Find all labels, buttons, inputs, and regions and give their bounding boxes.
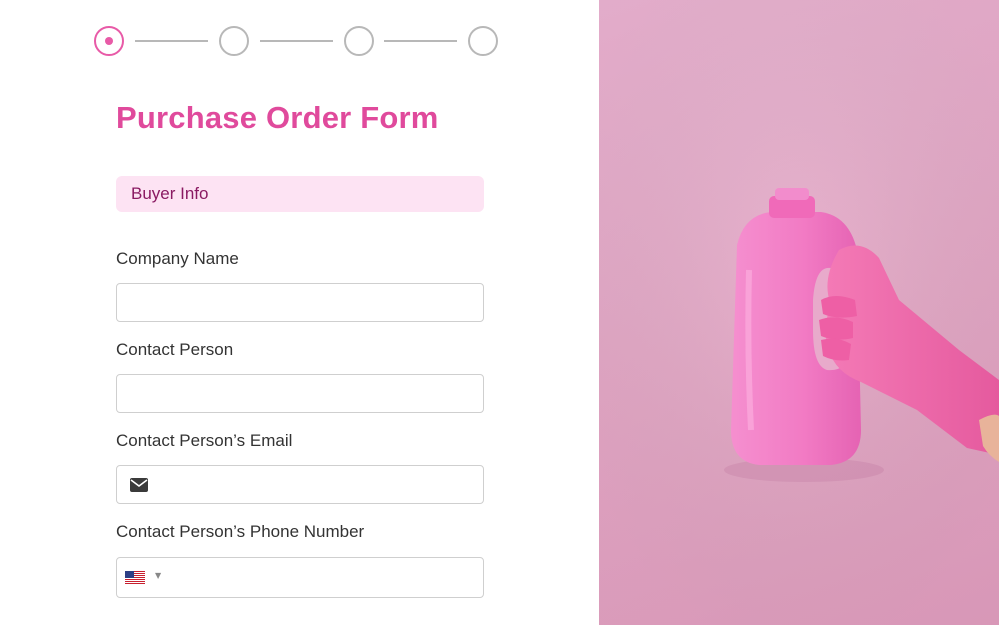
hero-image (599, 0, 999, 625)
company-name-label: Company Name (116, 249, 239, 268)
phone-input[interactable]: ▼ (116, 557, 484, 598)
chevron-down-icon: ▼ (155, 571, 162, 580)
mail-icon (130, 478, 148, 492)
contact-person-label: Contact Person (116, 340, 234, 359)
section-header: Buyer Info (116, 176, 484, 212)
detergent-bottle-illustration (599, 0, 999, 625)
step-4[interactable] (468, 26, 498, 56)
email-label: Contact Person’s Email (116, 431, 293, 450)
step-connector (384, 40, 457, 42)
step-connector (135, 40, 208, 42)
email-input[interactable] (116, 465, 484, 504)
company-name-input[interactable] (116, 283, 484, 322)
country-selector[interactable]: ▼ (125, 571, 165, 585)
active-step-dot (105, 37, 113, 45)
step-connector (260, 40, 333, 42)
step-2[interactable] (219, 26, 249, 56)
form-pane: Purchase Order Form Buyer Info Company N… (0, 0, 599, 625)
step-3[interactable] (344, 26, 374, 56)
progress-stepper (94, 26, 498, 56)
step-1[interactable] (94, 26, 124, 56)
us-flag-icon (125, 571, 145, 584)
page-title: Purchase Order Form (116, 100, 439, 135)
contact-person-input[interactable] (116, 374, 484, 413)
phone-label: Contact Person’s Phone Number (116, 522, 365, 541)
